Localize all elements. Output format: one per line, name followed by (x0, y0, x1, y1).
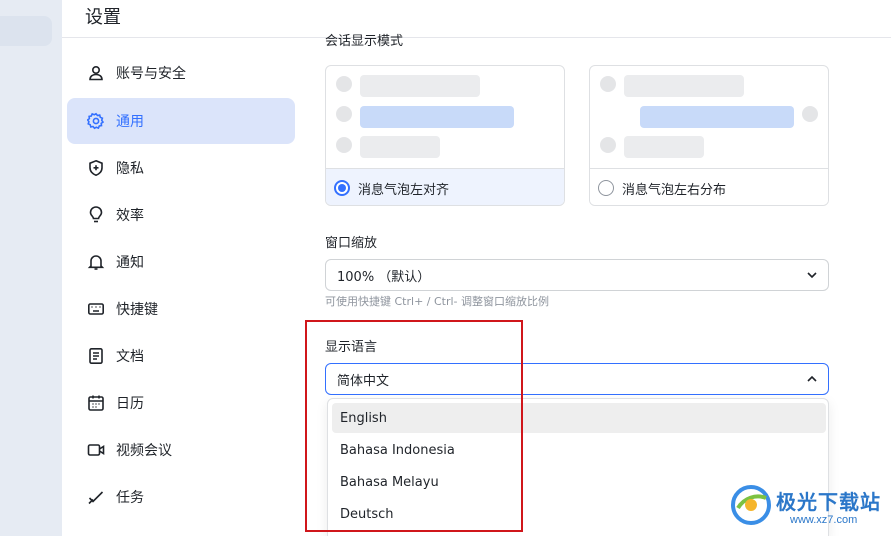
sidebar-item-label: 通知 (116, 255, 144, 271)
sidebar-item-label: 通用 (116, 114, 144, 130)
language-option-bahasa-indonesia[interactable]: Bahasa Indonesia (332, 435, 826, 465)
video-icon (87, 441, 105, 459)
sidebar-item-label: 视频会议 (116, 443, 172, 459)
sidebar-item-label: 效率 (116, 208, 144, 224)
app-left-strip (0, 0, 62, 536)
user-icon (87, 64, 105, 82)
calendar-icon (87, 394, 105, 412)
document-icon (87, 347, 105, 365)
settings-header: 设置 (62, 0, 891, 38)
layout-option-split[interactable]: 消息气泡左右分布 (589, 65, 829, 206)
sidebar-item-label: 任务 (116, 490, 144, 506)
task-check-icon (87, 488, 105, 506)
gear-icon (87, 112, 105, 130)
layout-option-left-aligned[interactable]: 消息气泡左对齐 (325, 65, 565, 206)
zoom-select[interactable]: 100% （默认） (325, 259, 829, 291)
settings-panel: 设置 账号与安全 通用 隐私 效率 通知 快捷键 文档 日历 视频会议 任务 会… (62, 0, 891, 536)
chevron-up-icon (806, 373, 818, 385)
layout-option-label: 消息气泡左对齐 (358, 182, 450, 198)
sidebar-item-label: 账号与安全 (116, 66, 186, 82)
sidebar-item-notifications[interactable]: 通知 (67, 239, 295, 285)
sidebar-item-label: 日历 (116, 396, 144, 412)
chevron-down-icon (806, 269, 818, 281)
language-option-english[interactable]: English (332, 403, 826, 433)
language-select[interactable]: 简体中文 (325, 363, 829, 395)
section-heading-message-layout: 会话显示模式 (325, 34, 404, 49)
sidebar-item-video-meeting[interactable]: 视频会议 (67, 427, 295, 473)
lightbulb-icon (87, 206, 105, 224)
page-title: 设置 (85, 7, 121, 28)
radio-left-aligned[interactable] (334, 180, 350, 196)
sidebar-item-label: 隐私 (116, 161, 144, 177)
zoom-select-value: 100% （默认） (337, 269, 431, 285)
radio-split[interactable] (598, 180, 614, 196)
layout-option-label: 消息气泡左右分布 (622, 182, 727, 198)
watermark-title: 极光下载站 (776, 490, 881, 514)
sidebar-item-privacy[interactable]: 隐私 (67, 145, 295, 191)
bell-icon (87, 253, 105, 271)
sidebar-item-general[interactable]: 通用 (67, 98, 295, 144)
layout-preview (590, 66, 828, 168)
shield-icon (87, 159, 105, 177)
layout-preview (326, 66, 564, 168)
sidebar-item-account-security[interactable]: 账号与安全 (67, 50, 295, 96)
sidebar-item-docs[interactable]: 文档 (67, 333, 295, 379)
zoom-hint: 可使用快捷键 Ctrl+ / Ctrl- 调整窗口缩放比例 (325, 295, 550, 308)
app-nav-pill[interactable] (0, 16, 52, 46)
sidebar-item-calendar[interactable]: 日历 (67, 380, 295, 426)
settings-content: 会话显示模式 消息气泡左对齐 消息气泡左右分布 窗口缩放 100% （默认） 可… (302, 34, 891, 536)
sidebar-item-label: 文档 (116, 349, 144, 365)
sidebar-item-tasks[interactable]: 任务 (67, 474, 295, 520)
sidebar-item-label: 快捷键 (116, 302, 158, 318)
watermark: 极光下载站 www.xz7.com (730, 484, 890, 534)
sidebar-item-shortcuts[interactable]: 快捷键 (67, 286, 295, 332)
watermark-logo-icon (731, 485, 771, 525)
watermark-url: www.xz7.com (790, 514, 858, 526)
language-select-value: 简体中文 (337, 373, 390, 389)
keyboard-icon (87, 300, 105, 318)
sidebar-item-efficiency[interactable]: 效率 (67, 192, 295, 238)
zoom-label: 窗口缩放 (325, 236, 378, 251)
language-label: 显示语言 (325, 340, 378, 355)
